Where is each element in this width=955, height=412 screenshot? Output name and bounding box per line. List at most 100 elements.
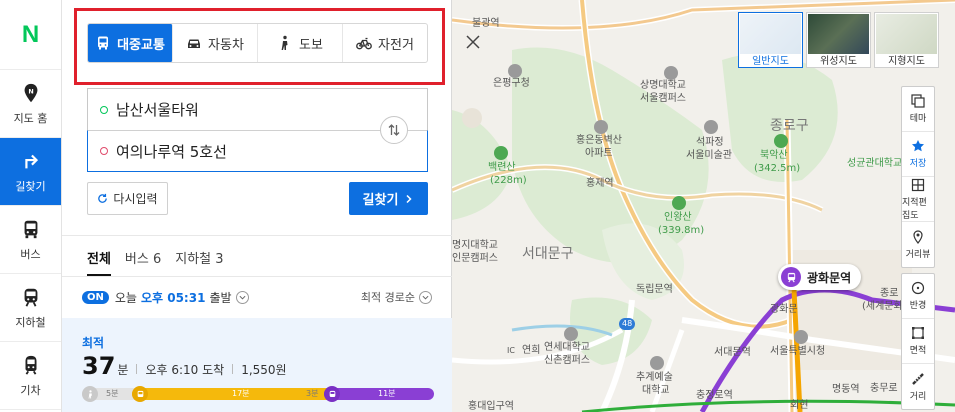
bus-segment-icon bbox=[132, 386, 148, 402]
layers-icon bbox=[911, 94, 925, 108]
map-label: 광화문 bbox=[770, 304, 798, 315]
nav-item-train[interactable]: 기차 bbox=[0, 342, 61, 410]
radius-icon bbox=[911, 281, 925, 295]
tool-cadastral[interactable]: 지적편집도 bbox=[902, 177, 934, 222]
map-label: 서울미술관 bbox=[686, 150, 732, 161]
poi-icon[interactable] bbox=[650, 356, 664, 370]
chevron-down-icon bbox=[422, 295, 429, 300]
map-label: 추계예술 bbox=[636, 372, 673, 383]
mode-tab-car[interactable]: 자동차 bbox=[173, 24, 258, 62]
train-icon bbox=[25, 355, 36, 375]
poi-icon[interactable] bbox=[508, 64, 522, 78]
poi-icon[interactable] bbox=[594, 120, 608, 134]
result-filter-tabs: 전체 버스 6 지하철 3 bbox=[87, 238, 238, 276]
departure-time[interactable]: 오후 05:31 bbox=[141, 289, 205, 306]
naver-logo[interactable]: N bbox=[0, 0, 61, 70]
find-route-label: 길찾기 bbox=[362, 193, 399, 208]
map-tool-group: 반경 면적 거리 bbox=[901, 273, 935, 410]
poi-icon[interactable] bbox=[664, 66, 678, 80]
tool-area[interactable]: 면적 bbox=[902, 319, 934, 364]
nav-item-map-home[interactable]: N 지도 홈 bbox=[0, 70, 61, 138]
mode-tab-transit[interactable]: 대중교통 bbox=[88, 24, 173, 62]
map-label: 성균관대학교 bbox=[847, 158, 903, 169]
best-route-label: 최적 bbox=[82, 336, 105, 350]
tab-subway[interactable]: 지하철 3 bbox=[175, 238, 223, 276]
goal-location-input[interactable]: 여의나루역 5호선 bbox=[87, 130, 428, 172]
map-type-satellite[interactable]: 위성지도 bbox=[806, 12, 871, 68]
tool-theme[interactable]: 테마 bbox=[902, 87, 934, 132]
map-park-label: (339.8m) bbox=[658, 225, 705, 236]
map-thumbnail bbox=[876, 14, 937, 54]
mode-tab-label: 자동차 bbox=[208, 37, 244, 53]
nav-item-bus[interactable]: 버스 bbox=[0, 206, 61, 274]
map-label: 충정로역 bbox=[696, 390, 733, 401]
map-view[interactable]: 불광역 은평구청 상명대학교 서울캠퍼스 종로구 홍은동벽산 아파트 석파정 서… bbox=[452, 0, 955, 412]
nav-item-label: 길찾기 bbox=[15, 179, 46, 193]
segment-walk-2-label: 3분 bbox=[306, 389, 319, 398]
map-label: 명지대학교 bbox=[452, 240, 498, 251]
nav-item-directions[interactable]: 길찾기 bbox=[0, 138, 61, 206]
departure-day: 오늘 bbox=[114, 290, 137, 305]
map-type-terrain[interactable]: 지형지도 bbox=[874, 12, 939, 68]
segment-bus-label: 17분 bbox=[232, 389, 250, 398]
map-label: 상명대학교 bbox=[640, 80, 686, 91]
start-location-input[interactable]: 남산서울타워 bbox=[87, 88, 428, 130]
subway-segment-icon bbox=[324, 386, 340, 402]
station-pin-gwanghwamun[interactable]: 광화문역 bbox=[778, 264, 862, 290]
best-route-card[interactable]: 최적 37 분 오후 6:10 도착 1,550원 5분 17분 3분 11분 bbox=[62, 318, 452, 412]
tool-distance[interactable]: 거리 bbox=[902, 364, 934, 409]
departure-row: ON 오늘 오후 05:31 출발 최적 경로순 bbox=[82, 287, 432, 307]
map-type-normal[interactable]: 일반지도 bbox=[738, 12, 803, 68]
poi-icon[interactable] bbox=[564, 327, 578, 341]
route-arrival: 오후 6:10 도착 bbox=[145, 363, 225, 377]
tab-bus[interactable]: 버스 6 bbox=[125, 238, 161, 276]
departure-on-badge[interactable]: ON bbox=[82, 290, 109, 304]
swap-icon bbox=[388, 124, 400, 136]
map-district-label: 종로구 bbox=[770, 118, 809, 134]
map-label: 홍은동벽산 bbox=[576, 135, 622, 146]
tool-save[interactable]: 저장 bbox=[902, 132, 934, 177]
tool-label: 저장 bbox=[909, 159, 927, 169]
nav-item-subway[interactable]: 지하철 bbox=[0, 274, 61, 342]
poi-icon[interactable] bbox=[794, 330, 808, 344]
mode-tab-label: 도보 bbox=[299, 37, 323, 53]
swap-locations-button[interactable] bbox=[380, 116, 408, 144]
tool-street-view[interactable]: 거리뷰 bbox=[902, 222, 934, 267]
mode-tab-walk[interactable]: 도보 bbox=[258, 24, 343, 62]
map-park-label: 북악산 bbox=[760, 150, 788, 161]
ruler-icon bbox=[912, 372, 924, 385]
sort-chevron bbox=[419, 290, 432, 304]
tab-all[interactable]: 전체 bbox=[87, 238, 111, 276]
find-route-button[interactable]: 길찾기 bbox=[349, 182, 428, 215]
departure-dropdown-button[interactable] bbox=[235, 290, 249, 304]
subway-icon bbox=[24, 288, 37, 307]
close-panel-button[interactable] bbox=[460, 24, 486, 60]
mountain-icon bbox=[672, 196, 686, 210]
left-navigation: N N 지도 홈 길찾기 버스 지하철 기차 bbox=[0, 0, 62, 412]
route-input-group: 남산서울타워 여의나루역 5호선 bbox=[87, 88, 428, 172]
map-ic-label: IC bbox=[507, 346, 515, 355]
map-tools: 테마 저장 지적편집도 거리뷰 반경 면적 거리 bbox=[901, 86, 935, 412]
directions-panel: 대중교통 자동차 도보 자전거 남산서울타워 여의나루역 5호선 다시입력 길찾… bbox=[62, 0, 480, 412]
walk-icon bbox=[281, 35, 288, 50]
map-label: 서울캠퍼스 bbox=[640, 93, 686, 104]
nav-item-label: 지도 홈 bbox=[13, 111, 48, 125]
map-tool-group: 테마 저장 지적편집도 거리뷰 bbox=[901, 86, 935, 268]
poi-icon[interactable] bbox=[704, 120, 718, 134]
map-label: 인문캠퍼스 bbox=[452, 253, 498, 264]
tool-radius[interactable]: 반경 bbox=[902, 274, 934, 319]
map-label: 회현 bbox=[790, 400, 809, 411]
route-summary: 37 분 오후 6:10 도착 1,550원 bbox=[82, 352, 287, 380]
map-label: 은평구청 bbox=[493, 78, 530, 89]
map-label: 독립문역 bbox=[636, 284, 673, 295]
bus-icon bbox=[24, 220, 37, 238]
map-pin-icon: N bbox=[24, 83, 37, 102]
mode-tab-label: 대중교통 bbox=[117, 37, 165, 53]
reset-input-button[interactable]: 다시입력 bbox=[87, 182, 168, 215]
mode-tab-bicycle[interactable]: 자전거 bbox=[343, 24, 427, 62]
divider bbox=[232, 364, 234, 374]
map-label: 연희 bbox=[522, 345, 541, 356]
goal-location-value: 여의나루역 5호선 bbox=[116, 142, 227, 161]
sort-dropdown[interactable]: 최적 경로순 bbox=[361, 289, 432, 305]
map-label: 홍제역 bbox=[586, 178, 614, 189]
